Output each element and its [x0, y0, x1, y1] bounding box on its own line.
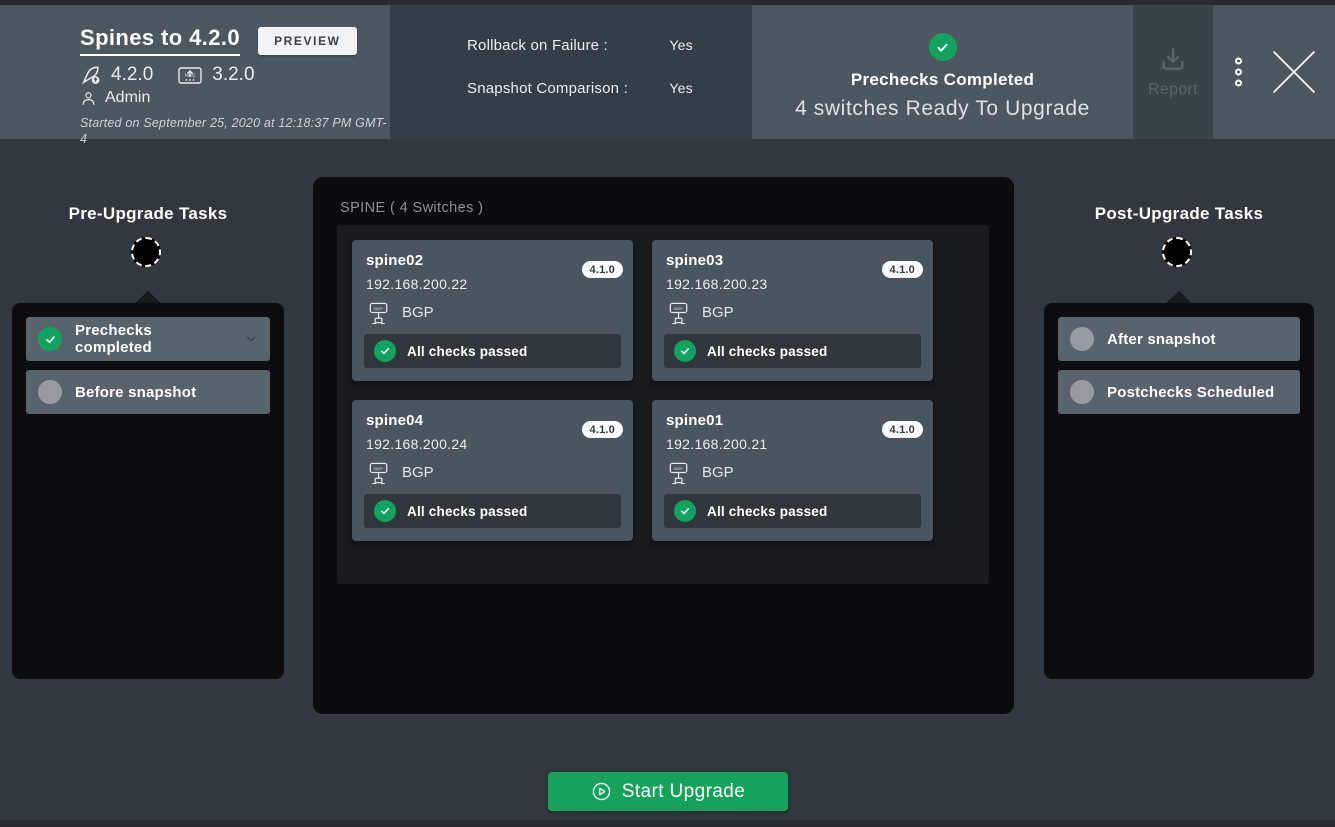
- bgp-device-icon: BGP: [666, 299, 693, 326]
- task-label: Postchecks Scheduled: [1107, 384, 1274, 401]
- task-label: Before snapshot: [75, 384, 196, 401]
- switch-protocol-label: BGP: [702, 464, 734, 481]
- switch-check-status-bar: All checks passed: [664, 334, 921, 368]
- switch-protocol-label: BGP: [702, 304, 734, 321]
- switch-name: spine01: [666, 412, 919, 429]
- svg-text:NetQ: NetQ: [185, 73, 196, 78]
- task-status-icon: [38, 380, 62, 404]
- task-item[interactable]: Postchecks Scheduled: [1058, 370, 1300, 414]
- switch-protocol-label: BGP: [402, 304, 434, 321]
- close-icon[interactable]: [1271, 49, 1317, 95]
- switch-version-badge: 4.1.0: [582, 261, 623, 278]
- switch-version-badge: 4.1.0: [882, 261, 923, 278]
- switch-check-status-bar: All checks passed: [664, 494, 921, 528]
- switch-ip: 192.168.200.24: [366, 436, 619, 452]
- user-icon: [80, 90, 97, 107]
- pre-upgrade-task-list: Prechecks completed Before snapshot: [12, 303, 284, 679]
- chevron-down-icon[interactable]: [244, 332, 258, 346]
- task-label: After snapshot: [1107, 331, 1216, 348]
- play-circle-icon: [591, 781, 612, 802]
- header-status-summary: Prechecks Completed 4 switches Ready To …: [752, 5, 1133, 139]
- check-passed-icon: [674, 500, 696, 522]
- task-status-icon: [1070, 380, 1094, 404]
- switch-name: spine02: [366, 252, 619, 269]
- switch-version-badge: 4.1.0: [882, 421, 923, 438]
- start-upgrade-label: Start Upgrade: [622, 781, 746, 803]
- switch-name: spine04: [366, 412, 619, 429]
- switch-group-title: SPINE ( 4 Switches ): [340, 200, 483, 216]
- switch-grid: spine02 4.1.0 192.168.200.22 BGP BGP All…: [337, 225, 989, 584]
- status-subtitle: 4 switches Ready To Upgrade: [752, 97, 1133, 121]
- switch-card[interactable]: spine03 4.1.0 192.168.200.23 BGP BGP All…: [652, 240, 933, 381]
- post-upgrade-node-icon: [1162, 237, 1192, 267]
- header-window-controls: [1213, 5, 1335, 139]
- post-upgrade-task-list: After snapshot Postchecks Scheduled: [1044, 303, 1314, 679]
- header-options: Rollback on Failure : Yes Snapshot Compa…: [390, 5, 752, 139]
- check-passed-icon: [674, 340, 696, 362]
- page-title: Spines to 4.2.0: [80, 25, 240, 56]
- netq-version-label: 3.2.0: [212, 64, 254, 86]
- prechecks-success-icon: [929, 33, 957, 61]
- switch-ip: 192.168.200.22: [366, 276, 619, 292]
- header-job-summary: Spines to 4.2.0 PREVIEW 4.2.0 NetQ 3.2.0: [0, 5, 390, 139]
- switch-check-status-bar: All checks passed: [364, 494, 621, 528]
- bgp-device-icon: BGP: [366, 459, 393, 486]
- switch-version-badge: 4.1.0: [582, 421, 623, 438]
- netq-appliance-icon: NetQ: [177, 64, 203, 86]
- svg-text:BGP: BGP: [674, 306, 683, 311]
- switch-check-status: All checks passed: [407, 504, 527, 519]
- switch-ip: 192.168.200.21: [666, 436, 919, 452]
- check-passed-icon: [374, 340, 396, 362]
- rocket-upgrade-icon: [80, 64, 102, 86]
- switch-check-status: All checks passed: [707, 504, 827, 519]
- start-upgrade-button[interactable]: Start Upgrade: [548, 772, 788, 811]
- pre-upgrade-node-icon: [131, 237, 161, 267]
- switch-check-status: All checks passed: [407, 344, 527, 359]
- bgp-device-icon: BGP: [666, 459, 693, 486]
- check-passed-icon: [374, 500, 396, 522]
- rollback-option-label: Rollback on Failure :: [467, 37, 665, 54]
- task-item[interactable]: After snapshot: [1058, 317, 1300, 361]
- task-item[interactable]: Before snapshot: [26, 370, 270, 414]
- svg-text:BGP: BGP: [374, 306, 383, 311]
- user-label: Admin: [105, 89, 150, 107]
- svg-text:BGP: BGP: [674, 466, 683, 471]
- task-label: Prechecks completed: [75, 322, 231, 356]
- preview-button[interactable]: PREVIEW: [258, 27, 357, 55]
- task-status-icon: [1070, 327, 1094, 351]
- post-upgrade-tasks-title: Post-Upgrade Tasks: [1044, 204, 1314, 224]
- switch-group-panel: SPINE ( 4 Switches ) spine02 4.1.0 192.1…: [313, 177, 1014, 714]
- download-icon: [1158, 45, 1188, 75]
- bottom-edge-strip: [0, 820, 1335, 827]
- switch-protocol-label: BGP: [402, 464, 434, 481]
- started-timestamp: Started on September 25, 2020 at 12:18:3…: [80, 115, 392, 148]
- report-label: Report: [1148, 81, 1198, 99]
- target-version-label: 4.2.0: [111, 64, 153, 86]
- more-options-menu-icon[interactable]: [1231, 54, 1246, 91]
- svg-text:BGP: BGP: [374, 466, 383, 471]
- pre-upgrade-tasks-title: Pre-Upgrade Tasks: [12, 204, 284, 224]
- report-button[interactable]: Report: [1133, 5, 1213, 139]
- switch-card[interactable]: spine02 4.1.0 192.168.200.22 BGP BGP All…: [352, 240, 633, 381]
- status-title: Prechecks Completed: [752, 70, 1133, 90]
- task-item[interactable]: Prechecks completed: [26, 317, 270, 361]
- snapshot-option-label: Snapshot Comparison :: [467, 80, 665, 97]
- bgp-device-icon: BGP: [366, 299, 393, 326]
- switch-check-status: All checks passed: [707, 344, 827, 359]
- task-status-icon: [38, 327, 62, 351]
- switch-card[interactable]: spine01 4.1.0 192.168.200.21 BGP BGP All…: [652, 400, 933, 541]
- snapshot-option-value: Yes: [669, 80, 692, 96]
- switch-ip: 192.168.200.23: [666, 276, 919, 292]
- switch-card[interactable]: spine04 4.1.0 192.168.200.24 BGP BGP All…: [352, 400, 633, 541]
- switch-check-status-bar: All checks passed: [364, 334, 621, 368]
- switch-name: spine03: [666, 252, 919, 269]
- rollback-option-value: Yes: [669, 37, 692, 53]
